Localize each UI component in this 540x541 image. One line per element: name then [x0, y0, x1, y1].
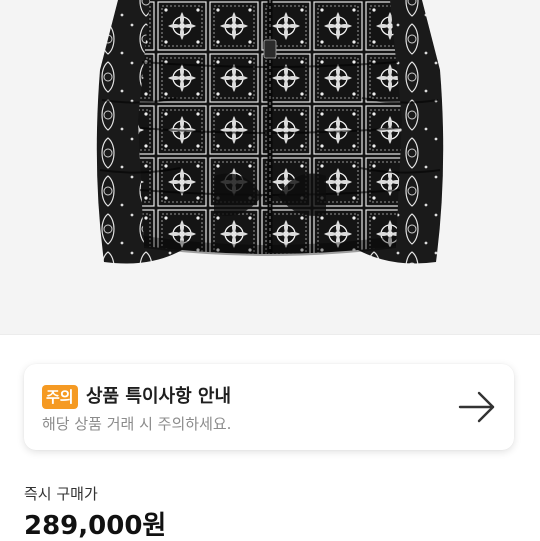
jacket-illustration: [96, 0, 444, 264]
notice-title: 상품 특이사항 안내: [86, 386, 232, 407]
notice-subtitle: 해당 상품 거래 시 주의하세요.: [42, 415, 232, 433]
divider: [0, 334, 540, 335]
caution-badge: 주의: [42, 385, 78, 409]
product-image[interactable]: [0, 0, 540, 334]
arrow-right-icon[interactable]: [458, 390, 496, 424]
price-label: 즉시 구매가: [24, 485, 98, 503]
notice-card[interactable]: 주의 상품 특이사항 안내 해당 상품 거래 시 주의하세요.: [24, 364, 514, 450]
price-amount: 289,000원: [24, 511, 167, 541]
